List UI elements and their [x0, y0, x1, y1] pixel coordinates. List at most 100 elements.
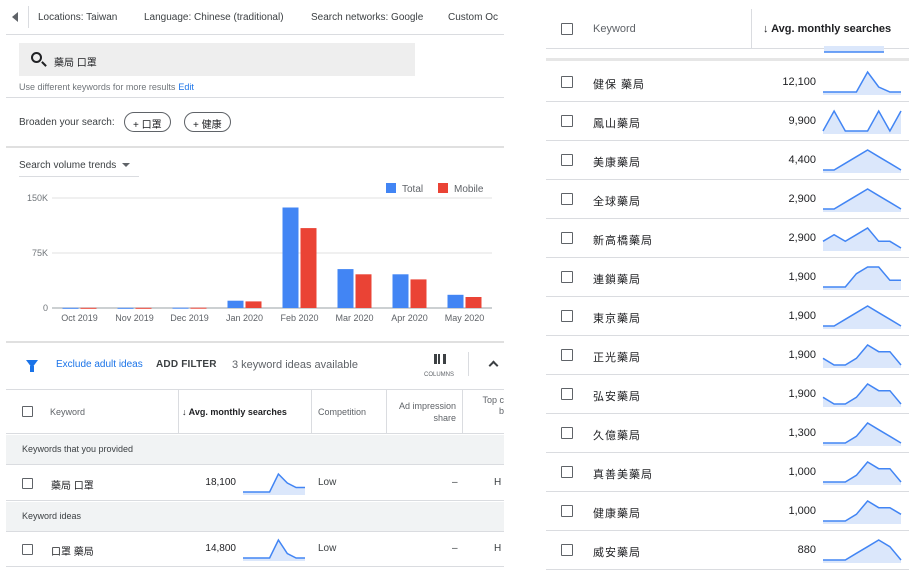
- bar-total-jan-2020[interactable]: [227, 300, 244, 308]
- chevron-up-icon[interactable]: [488, 360, 499, 371]
- row-impression: –: [452, 477, 458, 488]
- row-keyword: 真善美藥局: [593, 469, 653, 481]
- row-volume: 18,100: [205, 477, 236, 488]
- row-volume: 1,000: [788, 505, 816, 517]
- location-filter[interactable]: Locations: Taiwan: [38, 12, 117, 23]
- bar-mobile-dec-2019[interactable]: [190, 307, 207, 309]
- table-row[interactable]: 美康藥局 4,400: [546, 141, 909, 180]
- row-trend-sparkline: [822, 344, 902, 368]
- select-all-checkbox[interactable]: [22, 406, 33, 417]
- row-keyword: 威安藥局: [593, 547, 641, 559]
- y-tick-label: 0: [43, 303, 48, 313]
- legend-total-label: Total: [402, 184, 423, 195]
- row-checkbox[interactable]: [561, 76, 573, 88]
- search-query[interactable]: 藥局 口罩: [54, 54, 97, 69]
- row-checkbox[interactable]: [561, 427, 573, 439]
- bar-total-apr-2020[interactable]: [392, 274, 409, 308]
- row-competition: Low: [318, 477, 337, 488]
- table-row[interactable]: 威安藥局 880: [546, 531, 909, 570]
- broaden-chip-mask[interactable]: + 口罩: [124, 112, 171, 132]
- row-top-bid: H: [494, 543, 502, 554]
- bar-mobile-nov-2019[interactable]: [135, 307, 152, 309]
- row-volume: 1,900: [788, 310, 816, 322]
- row-trend-sparkline: [243, 538, 305, 561]
- table-row[interactable]: 健保 藥局 12,100: [546, 63, 909, 102]
- row-checkbox[interactable]: [561, 154, 573, 166]
- bar-total-nov-2019[interactable]: [117, 307, 134, 309]
- row-checkbox[interactable]: [561, 544, 573, 556]
- search-icon: [31, 52, 42, 63]
- row-keyword: 連鎖藥局: [593, 274, 641, 286]
- add-filter-button[interactable]: ADD FILTER: [156, 359, 217, 370]
- table-row[interactable]: 真善美藥局 1,000: [546, 453, 909, 492]
- table-row[interactable]: 連鎖藥局 1,900: [546, 258, 909, 297]
- row-volume: 9,900: [788, 115, 816, 127]
- divider: [6, 146, 504, 148]
- table-row[interactable]: 鳳山藥局 9,900: [546, 102, 909, 141]
- divider: [6, 97, 504, 98]
- row-checkbox[interactable]: [561, 271, 573, 283]
- table-row[interactable]: 新高橋藥局 2,900: [546, 219, 909, 258]
- row-checkbox[interactable]: [561, 466, 573, 478]
- col-avg-searches[interactable]: ↓ Avg. monthly searches: [763, 23, 891, 35]
- table-row[interactable]: 東京藥局 1,900: [546, 297, 909, 336]
- filter-bar: Locations: Taiwan Language: Chinese (tra…: [6, 0, 504, 35]
- table-row[interactable]: 正光藥局 1,900: [546, 336, 909, 375]
- group-ideas-label: Keyword ideas: [22, 511, 82, 521]
- table-row[interactable]: 健康藥局 1,000: [546, 492, 909, 531]
- col-avg-searches[interactable]: ↓ Avg. monthly searches: [182, 407, 287, 417]
- search-hint-text: Use different keywords for more results: [19, 82, 176, 92]
- broaden-chip-health[interactable]: + 健康: [184, 112, 231, 132]
- col-competition[interactable]: Competition: [318, 407, 366, 417]
- row-checkbox[interactable]: [561, 505, 573, 517]
- row-trend-sparkline: [823, 422, 902, 446]
- row-checkbox[interactable]: [561, 232, 573, 244]
- bar-mobile-apr-2020[interactable]: [410, 279, 427, 308]
- edit-link[interactable]: Edit: [178, 82, 194, 92]
- table-row[interactable]: 弘安藥局 1,900: [546, 375, 909, 414]
- table-row[interactable]: 久億藥局 1,300: [546, 414, 909, 453]
- bar-mobile-oct-2019[interactable]: [80, 307, 97, 309]
- back-arrow-icon[interactable]: [12, 12, 18, 22]
- row-keyword: 新高橋藥局: [593, 235, 653, 247]
- col-top-bid[interactable]: Top c b: [478, 395, 504, 417]
- bar-mobile-feb-2020[interactable]: [300, 228, 317, 308]
- keyword-search-box[interactable]: 藥局 口罩: [19, 43, 415, 76]
- row-checkbox[interactable]: [22, 544, 33, 555]
- bar-total-feb-2020[interactable]: [282, 207, 299, 309]
- bar-total-oct-2019[interactable]: [62, 307, 79, 309]
- row-checkbox[interactable]: [561, 388, 573, 400]
- table-row[interactable]: 口罩 藥局 14,800 Low – H: [6, 532, 504, 567]
- table-row[interactable]: 藥局 口罩 18,100 Low – H: [6, 466, 504, 501]
- row-checkbox[interactable]: [561, 115, 573, 127]
- trend-dropdown[interactable]: Search volume trends: [19, 160, 131, 171]
- row-keyword: 久億藥局: [593, 430, 641, 442]
- x-tick-label: Feb 2020: [280, 313, 318, 323]
- row-volume: 2,900: [788, 193, 816, 205]
- row-checkbox[interactable]: [561, 193, 573, 205]
- row-checkbox[interactable]: [22, 478, 33, 489]
- columns-icon[interactable]: [434, 354, 446, 364]
- select-all-checkbox[interactable]: [561, 23, 573, 35]
- bar-total-mar-2020[interactable]: [337, 269, 354, 308]
- bar-total-dec-2019[interactable]: [172, 307, 189, 309]
- right-table-header: Keyword ↓ Avg. monthly searches: [546, 9, 909, 49]
- exclude-adult-link[interactable]: Exclude adult ideas: [56, 359, 143, 370]
- bar-mobile-mar-2020[interactable]: [355, 274, 372, 308]
- row-checkbox[interactable]: [561, 310, 573, 322]
- table-row[interactable]: 全球藥局 2,900: [546, 180, 909, 219]
- bar-total-may-2020[interactable]: [447, 294, 464, 308]
- x-tick-label: Jan 2020: [226, 313, 263, 323]
- custom-filter[interactable]: Custom Oc: [448, 12, 498, 23]
- language-filter[interactable]: Language: Chinese (traditional): [144, 12, 284, 23]
- x-tick-label: Oct 2019: [61, 313, 98, 323]
- bar-mobile-may-2020[interactable]: [465, 297, 482, 308]
- col-keyword[interactable]: Keyword: [50, 407, 85, 417]
- row-checkbox[interactable]: [561, 349, 573, 361]
- network-filter[interactable]: Search networks: Google: [311, 12, 423, 23]
- y-tick-label: 75K: [32, 248, 48, 258]
- col-impression-share[interactable]: Ad impression share: [392, 400, 456, 424]
- row-trend-sparkline: [823, 500, 902, 524]
- col-keyword[interactable]: Keyword: [593, 23, 636, 35]
- bar-mobile-jan-2020[interactable]: [245, 301, 262, 308]
